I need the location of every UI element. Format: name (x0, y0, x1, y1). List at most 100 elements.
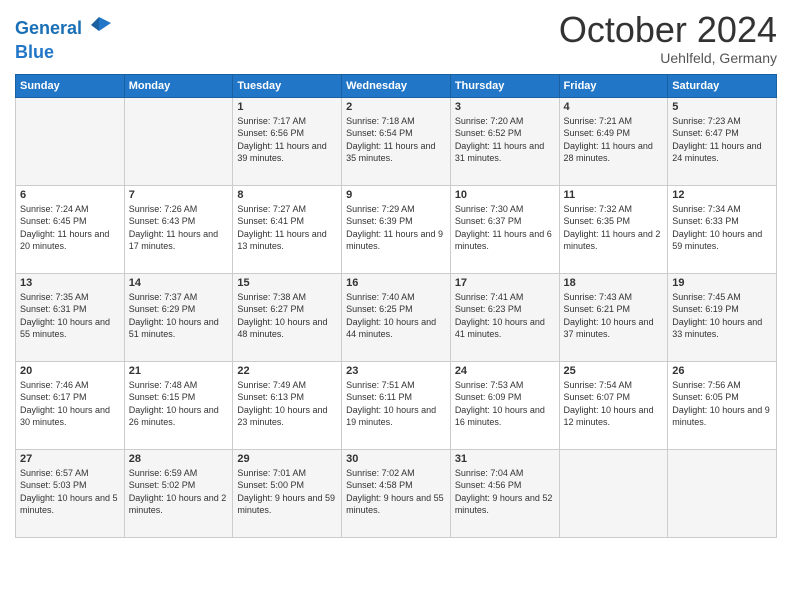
weekday-header-thursday: Thursday (450, 74, 559, 97)
calendar-cell: 27 Sunrise: 6:57 AMSunset: 5:03 PMDayligh… (16, 449, 125, 537)
day-number: 8 (237, 189, 337, 201)
weekday-header-tuesday: Tuesday (233, 74, 342, 97)
calendar-cell: 3 Sunrise: 7:20 AMSunset: 6:52 PMDaylight… (450, 97, 559, 185)
logo-text-blue: Blue (15, 43, 113, 63)
day-info: Sunrise: 7:32 AMSunset: 6:35 PMDaylight:… (564, 203, 664, 253)
day-number: 17 (455, 277, 555, 289)
day-info: Sunrise: 7:23 AMSunset: 6:47 PMDaylight:… (672, 115, 772, 165)
day-info: Sunrise: 7:41 AMSunset: 6:23 PMDaylight:… (455, 291, 555, 341)
day-info: Sunrise: 7:29 AMSunset: 6:39 PMDaylight:… (346, 203, 446, 253)
day-number: 22 (237, 365, 337, 377)
day-number: 6 (20, 189, 120, 201)
day-number: 29 (237, 453, 337, 465)
day-number: 28 (129, 453, 229, 465)
week-row-2: 6 Sunrise: 7:24 AMSunset: 6:45 PMDaylight… (16, 185, 777, 273)
week-row-1: 1 Sunrise: 7:17 AMSunset: 6:56 PMDaylight… (16, 97, 777, 185)
day-number: 13 (20, 277, 120, 289)
day-info: Sunrise: 7:49 AMSunset: 6:13 PMDaylight:… (237, 379, 337, 429)
day-number: 7 (129, 189, 229, 201)
day-info: Sunrise: 7:43 AMSunset: 6:21 PMDaylight:… (564, 291, 664, 341)
day-number: 15 (237, 277, 337, 289)
day-info: Sunrise: 7:48 AMSunset: 6:15 PMDaylight:… (129, 379, 229, 429)
weekday-header-wednesday: Wednesday (342, 74, 451, 97)
calendar-cell: 2 Sunrise: 7:18 AMSunset: 6:54 PMDaylight… (342, 97, 451, 185)
day-info: Sunrise: 7:20 AMSunset: 6:52 PMDaylight:… (455, 115, 555, 165)
calendar-cell: 13 Sunrise: 7:35 AMSunset: 6:31 PMDayligh… (16, 273, 125, 361)
day-number: 27 (20, 453, 120, 465)
calendar-cell: 19Sunrise: 7:45 AMSunset: 6:19 PMDayligh… (668, 273, 777, 361)
day-number: 3 (455, 101, 555, 113)
day-info: Sunrise: 7:51 AMSunset: 6:11 PMDaylight:… (346, 379, 446, 429)
calendar-cell: 10 Sunrise: 7:30 AMSunset: 6:37 PMDayligh… (450, 185, 559, 273)
calendar-cell: 23 Sunrise: 7:51 AMSunset: 6:11 PMDayligh… (342, 361, 451, 449)
calendar-cell: 7 Sunrise: 7:26 AMSunset: 6:43 PMDaylight… (124, 185, 233, 273)
day-number: 23 (346, 365, 446, 377)
day-number: 26 (672, 365, 772, 377)
calendar-cell: 5 Sunrise: 7:23 AMSunset: 6:47 PMDaylight… (668, 97, 777, 185)
logo-text: General (15, 19, 82, 39)
weekday-header-row: SundayMondayTuesdayWednesdayThursdayFrid… (16, 74, 777, 97)
calendar-cell: 26 Sunrise: 7:56 AMSunset: 6:05 PMDayligh… (668, 361, 777, 449)
calendar-cell (124, 97, 233, 185)
day-number: 31 (455, 453, 555, 465)
month-title: October 2024 (559, 10, 777, 50)
calendar-cell (16, 97, 125, 185)
day-info: Sunrise: 7:53 AMSunset: 6:09 PMDaylight:… (455, 379, 555, 429)
day-number: 18 (564, 277, 664, 289)
logo-icon (85, 15, 113, 43)
location: Uehlfeld, Germany (559, 50, 777, 66)
day-info: Sunrise: 7:35 AMSunset: 6:31 PMDaylight:… (20, 291, 120, 341)
day-info: Sunrise: 6:59 AMSunset: 5:02 PMDaylight:… (129, 467, 229, 517)
day-number: 4 (564, 101, 664, 113)
day-info: Sunrise: 7:27 AMSunset: 6:41 PMDaylight:… (237, 203, 337, 253)
day-number: 5 (672, 101, 772, 113)
calendar-cell (668, 449, 777, 537)
calendar-cell: 11 Sunrise: 7:32 AMSunset: 6:35 PMDayligh… (559, 185, 668, 273)
week-row-3: 13 Sunrise: 7:35 AMSunset: 6:31 PMDayligh… (16, 273, 777, 361)
day-info: Sunrise: 7:37 AMSunset: 6:29 PMDaylight:… (129, 291, 229, 341)
day-info: Sunrise: 7:21 AMSunset: 6:49 PMDaylight:… (564, 115, 664, 165)
day-number: 11 (564, 189, 664, 201)
day-number: 14 (129, 277, 229, 289)
day-info: Sunrise: 7:04 AMSunset: 4:56 PMDaylight:… (455, 467, 555, 517)
day-info: Sunrise: 7:54 AMSunset: 6:07 PMDaylight:… (564, 379, 664, 429)
calendar-cell: 25Sunrise: 7:54 AMSunset: 6:07 PMDayligh… (559, 361, 668, 449)
day-info: Sunrise: 7:26 AMSunset: 6:43 PMDaylight:… (129, 203, 229, 253)
day-info: Sunrise: 7:30 AMSunset: 6:37 PMDaylight:… (455, 203, 555, 253)
day-number: 2 (346, 101, 446, 113)
week-row-5: 27 Sunrise: 6:57 AMSunset: 5:03 PMDayligh… (16, 449, 777, 537)
calendar-cell: 30Sunrise: 7:02 AMSunset: 4:58 PMDayligh… (342, 449, 451, 537)
weekday-header-friday: Friday (559, 74, 668, 97)
day-info: Sunrise: 7:45 AMSunset: 6:19 PMDaylight:… (672, 291, 772, 341)
day-number: 9 (346, 189, 446, 201)
calendar-cell (559, 449, 668, 537)
day-info: Sunrise: 7:17 AMSunset: 6:56 PMDaylight:… (237, 115, 337, 165)
day-number: 21 (129, 365, 229, 377)
day-number: 16 (346, 277, 446, 289)
header: General Blue October 2024 Uehlfeld, Germ… (15, 10, 777, 66)
calendar-cell: 15Sunrise: 7:38 AMSunset: 6:27 PMDayligh… (233, 273, 342, 361)
day-info: Sunrise: 7:34 AMSunset: 6:33 PMDaylight:… (672, 203, 772, 253)
day-number: 1 (237, 101, 337, 113)
calendar-cell: 12Sunrise: 7:34 AMSunset: 6:33 PMDayligh… (668, 185, 777, 273)
day-info: Sunrise: 7:02 AMSunset: 4:58 PMDaylight:… (346, 467, 446, 517)
day-info: Sunrise: 7:56 AMSunset: 6:05 PMDaylight:… (672, 379, 772, 429)
calendar-cell: 20Sunrise: 7:46 AMSunset: 6:17 PMDayligh… (16, 361, 125, 449)
weekday-header-sunday: Sunday (16, 74, 125, 97)
calendar-cell: 4 Sunrise: 7:21 AMSunset: 6:49 PMDaylight… (559, 97, 668, 185)
day-number: 20 (20, 365, 120, 377)
day-info: Sunrise: 7:24 AMSunset: 6:45 PMDaylight:… (20, 203, 120, 253)
calendar: SundayMondayTuesdayWednesdayThursdayFrid… (15, 74, 777, 538)
page: General Blue October 2024 Uehlfeld, Germ… (0, 0, 792, 612)
day-info: Sunrise: 7:18 AMSunset: 6:54 PMDaylight:… (346, 115, 446, 165)
day-info: Sunrise: 7:01 AMSunset: 5:00 PMDaylight:… (237, 467, 337, 517)
logo: General Blue (15, 15, 113, 63)
day-number: 10 (455, 189, 555, 201)
calendar-cell: 1 Sunrise: 7:17 AMSunset: 6:56 PMDaylight… (233, 97, 342, 185)
day-info: Sunrise: 7:40 AMSunset: 6:25 PMDaylight:… (346, 291, 446, 341)
weekday-header-saturday: Saturday (668, 74, 777, 97)
calendar-cell: 6 Sunrise: 7:24 AMSunset: 6:45 PMDaylight… (16, 185, 125, 273)
calendar-cell: 29 Sunrise: 7:01 AMSunset: 5:00 PMDayligh… (233, 449, 342, 537)
day-info: Sunrise: 6:57 AMSunset: 5:03 PMDaylight:… (20, 467, 120, 517)
calendar-cell: 18 Sunrise: 7:43 AMSunset: 6:21 PMDayligh… (559, 273, 668, 361)
